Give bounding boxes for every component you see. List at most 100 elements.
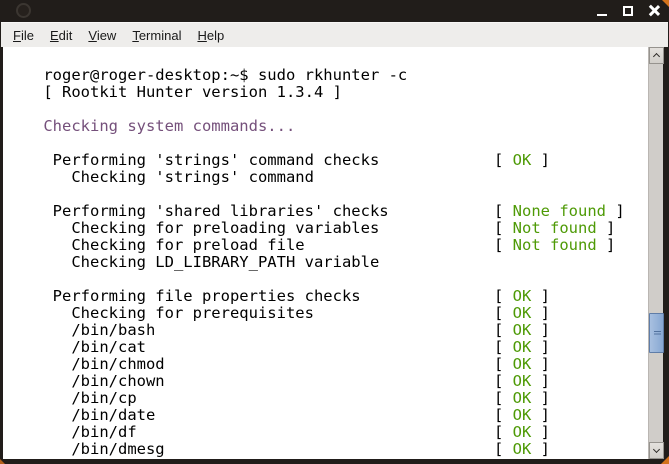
status-badge: [ Not found ] [494, 237, 615, 254]
close-icon [648, 4, 660, 16]
terminal-output[interactable]: roger@roger-desktop:~$ sudo rkhunter -c … [3, 47, 648, 459]
status-badge: [ OK ] [494, 305, 550, 322]
bracket-close: ] [531, 321, 551, 339]
scrollbar-thumb[interactable] [649, 313, 664, 353]
bracket-close: ] [531, 440, 551, 458]
terminal-line: Checking for preloading variables [ None… [6, 203, 648, 237]
status-value: OK [512, 338, 532, 356]
bracket-close: ] [531, 304, 551, 322]
bracket-close: ] [596, 236, 616, 254]
terminal-line: roger@roger-desktop:~$ sudo rkhunter -c [6, 50, 648, 84]
close-button[interactable] [646, 3, 662, 19]
menubar: File Edit View Terminal Help [1, 22, 668, 47]
status-value: OK [512, 355, 532, 373]
status-badge: [ OK ] [494, 390, 550, 407]
menu-file[interactable]: File [5, 25, 42, 46]
status-badge: [ OK ] [494, 373, 550, 390]
bracket-close: ] [531, 151, 551, 169]
menu-terminal[interactable]: Terminal [124, 25, 189, 46]
corner-accent [0, 459, 5, 464]
status-badge: [ OK ] [494, 339, 550, 356]
bracket-open: [ [494, 372, 513, 390]
terminal-line: /bin/bash [ OK ] [6, 305, 648, 339]
status-value: OK [512, 389, 532, 407]
status-value: Not found [512, 219, 597, 237]
bracket-open: [ [494, 423, 513, 441]
terminal-line: Checking for prerequisites [ OK ] [6, 288, 648, 322]
terminal-line: [ Rootkit Hunter version 1.3.4 ] [6, 67, 648, 101]
bracket-close: ] [531, 406, 551, 424]
status-value: Not found [512, 236, 597, 254]
bracket-close: ] [531, 423, 551, 441]
terminal-line: /bin/chown [ OK ] [6, 355, 648, 390]
terminal-line: /bin/cat [ OK ] [6, 322, 648, 356]
terminal-line: /bin/echo [ OK ] [6, 441, 648, 460]
minimize-icon [597, 14, 607, 16]
window-icon [16, 3, 31, 18]
bracket-close: ] [596, 219, 616, 237]
status-badge: [ OK ] [494, 288, 550, 305]
status-badge: [ OK ] [494, 322, 550, 339]
maximize-button[interactable] [620, 3, 636, 19]
bracket-open: [ [494, 321, 513, 339]
status-value: OK [512, 372, 532, 390]
terminal-line: Checking system commands... [6, 101, 648, 135]
menu-edit[interactable]: Edit [42, 25, 80, 46]
menu-help[interactable]: Help [189, 25, 232, 46]
minimize-button[interactable] [594, 3, 610, 19]
status-badge: [ OK ] [494, 424, 550, 441]
status-badge: [ OK ] [494, 152, 550, 169]
scroll-down-button[interactable] [649, 442, 664, 459]
status-badge: [ None found ] [494, 203, 625, 220]
status-value: OK [512, 440, 532, 458]
bracket-open: [ [494, 338, 513, 356]
scrollbar-track[interactable] [648, 47, 664, 459]
status-badge: [ OK ] [494, 441, 550, 458]
chevron-up-icon [652, 52, 661, 61]
bracket-open: [ [494, 389, 513, 407]
grip-icon [653, 331, 661, 336]
terminal-line: Performing 'shared libraries' checks [6, 186, 648, 220]
bracket-open: [ [494, 440, 513, 458]
terminal-line: Checking 'strings' command [ OK ] [6, 152, 648, 186]
status-value: OK [512, 304, 532, 322]
window-controls [594, 0, 662, 22]
menu-view[interactable]: View [80, 25, 124, 46]
bracket-open: [ [494, 236, 513, 254]
status-badge: [ Not found ] [494, 220, 615, 237]
bracket-close: ] [531, 287, 551, 305]
bracket-open: [ [494, 151, 513, 169]
status-value: OK [512, 151, 532, 169]
bracket-close: ] [531, 372, 551, 390]
status-value: None found [512, 202, 606, 220]
terminal-line: Checking LD_LIBRARY_PATH variable [ Not … [6, 237, 648, 271]
bracket-close: ] [531, 338, 551, 356]
terminal-window: { "window": { "title": "", "controls": {… [0, 0, 669, 464]
bracket-open: [ [494, 219, 513, 237]
status-value: OK [512, 321, 532, 339]
terminal-line: /bin/chmod [ OK ] [6, 339, 648, 373]
status-value: OK [512, 423, 532, 441]
bracket-close: ] [531, 355, 551, 373]
bracket-close: ] [531, 389, 551, 407]
terminal-line: /bin/df [ OK ] [6, 407, 648, 441]
status-value: OK [512, 287, 532, 305]
status-badge: [ OK ] [494, 407, 550, 424]
maximize-icon [623, 6, 633, 16]
terminal-line: /bin/dmesg [ OK ] [6, 424, 648, 458]
titlebar[interactable] [0, 0, 669, 22]
terminal-line: /bin/cp [ OK ] [6, 373, 648, 407]
bracket-open: [ [494, 406, 513, 424]
terminal-line: Performing 'strings' command checks [6, 135, 648, 169]
chevron-down-icon [652, 445, 661, 454]
bracket-close: ] [606, 202, 625, 220]
bracket-open: [ [494, 304, 513, 322]
status-value: OK [512, 406, 532, 424]
terminal-line: Performing file properties checks [6, 271, 648, 305]
terminal-line: /bin/date [ OK ] [6, 390, 648, 424]
scroll-up-button[interactable] [649, 47, 664, 64]
bracket-open: [ [494, 202, 513, 220]
